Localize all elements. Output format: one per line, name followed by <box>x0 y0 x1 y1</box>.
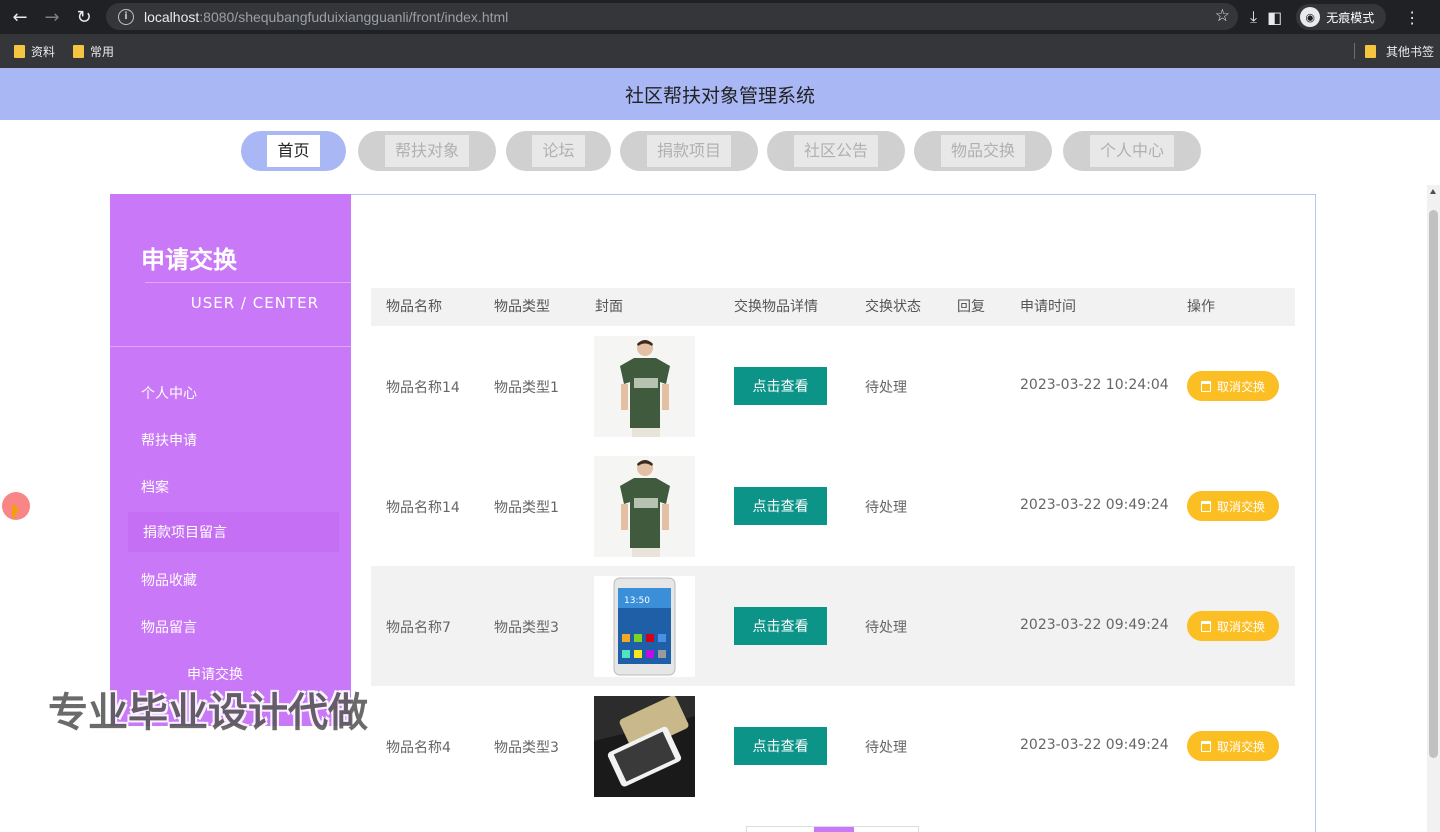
folder-icon <box>1364 44 1376 58</box>
item-name: 物品名称14 <box>386 380 460 396</box>
bookmark-star-icon[interactable]: ☆ <box>1215 6 1230 26</box>
nav-aid-targets[interactable]: 帮扶对象 <box>358 131 496 171</box>
sidebar-subtitle: USER / CENTER <box>190 294 319 312</box>
apply-time: 2023-03-22 09:49:24 <box>1020 737 1169 753</box>
item-name: 物品名称14 <box>386 500 460 516</box>
forward-icon[interactable]: → <box>36 1 68 33</box>
cancel-exchange-button[interactable]: 取消交换 <box>1187 491 1279 521</box>
nav-personal-center[interactable]: 个人中心 <box>1063 131 1201 171</box>
reload-icon[interactable]: ↻ <box>68 1 100 33</box>
url-text[interactable]: localhost:8080/shequbangfuduixiangguanli… <box>144 9 508 25</box>
exchange-status: 待处理 <box>865 500 907 516</box>
back-icon[interactable]: ← <box>4 1 36 33</box>
sidebar-divider <box>145 282 351 283</box>
address-bar[interactable]: i localhost:8080/shequbangfuduixiangguan… <box>106 3 1238 30</box>
col-item-name: 物品名称 <box>386 299 442 315</box>
bookmark-folder-1[interactable]: 资料 <box>14 43 55 60</box>
item-type: 物品类型1 <box>494 500 559 516</box>
view-detail-button[interactable]: 点击查看 <box>734 727 827 765</box>
site-info-icon[interactable]: i <box>118 8 134 25</box>
scrollbar-thumb[interactable] <box>1429 210 1438 758</box>
view-detail-button[interactable]: 点击查看 <box>734 367 827 405</box>
sidebar-divider <box>110 346 351 347</box>
scroll-up-icon[interactable] <box>1430 189 1436 194</box>
item-cover-image <box>594 456 695 557</box>
sidebar-title: 申请交换 <box>141 246 237 274</box>
col-actions: 操作 <box>1187 299 1215 315</box>
bookmarks-bar: 资料 常用 其他书签 <box>0 34 1440 68</box>
col-reply: 回复 <box>957 299 985 315</box>
sidebar-item-aid-application[interactable]: 帮扶申请 <box>141 430 197 450</box>
download-icon[interactable]: ⤓ <box>1250 7 1257 27</box>
item-cover-image <box>594 696 695 797</box>
item-type: 物品类型3 <box>494 620 559 636</box>
nav-home[interactable]: 首页 <box>241 131 346 171</box>
exchange-status: 待处理 <box>865 620 907 636</box>
menu-dots-icon[interactable]: ⋮ <box>1404 8 1420 27</box>
cancel-exchange-button[interactable]: 取消交换 <box>1187 611 1279 641</box>
col-item-type: 物品类型 <box>494 299 550 315</box>
main-nav: 首页 帮扶对象 论坛 捐款项目 社区公告 物品交换 个人中心 <box>0 131 1440 173</box>
sidebar-item-item-message[interactable]: 物品留言 <box>141 617 197 637</box>
item-cover-image: 13:50 <box>594 576 695 677</box>
apply-time: 2023-03-22 09:49:24 <box>1020 497 1169 513</box>
nav-forum[interactable]: 论坛 <box>506 131 611 171</box>
pagination <box>746 826 919 832</box>
exchange-status: 待处理 <box>865 380 907 396</box>
view-detail-button[interactable]: 点击查看 <box>734 607 827 645</box>
table-header: 物品名称 物品类型 封面 交换物品详情 交换状态 回复 申请时间 操作 <box>371 288 1295 326</box>
incognito-icon: ◉ <box>1300 7 1321 27</box>
site-title: 社区帮扶对象管理系统 <box>0 68 1440 120</box>
sidebar-item-donation-message[interactable]: 捐款项目留言 <box>128 512 339 552</box>
table-row: 物品名称7 物品类型3 13:50 点击查看 待处理 2023-03-22 09… <box>371 566 1295 686</box>
apply-time: 2023-03-22 09:49:24 <box>1020 617 1169 633</box>
cursor-arrow-icon <box>12 503 19 524</box>
table-row: 物品名称14 物品类型1 点击查看 待处理 2023-03-22 09:49:2… <box>371 446 1295 566</box>
col-exchange-detail: 交换物品详情 <box>734 299 818 315</box>
trash-icon <box>1200 380 1211 392</box>
folder-icon <box>73 44 85 58</box>
table-row: 物品名称4 物品类型3 点击查看 待处理 2023-03-22 09:49:24… <box>371 686 1295 806</box>
trash-icon <box>1200 620 1211 632</box>
bookmark-separator <box>1353 43 1355 59</box>
incognito-badge[interactable]: ◉ 无痕模式 <box>1296 4 1387 30</box>
item-name: 物品名称4 <box>386 740 451 756</box>
sidebar-item-favorites[interactable]: 物品收藏 <box>141 570 197 590</box>
nav-item-exchange[interactable]: 物品交换 <box>914 131 1052 171</box>
col-apply-time: 申请时间 <box>1020 299 1076 315</box>
item-name: 物品名称7 <box>386 620 451 636</box>
folder-icon <box>14 44 25 58</box>
table-row: 物品名称14 物品类型1 点击查看 待处理 2023-03-22 10:24:0… <box>371 326 1295 446</box>
bookmark-folder-2[interactable]: 常用 <box>73 43 114 60</box>
sidebar-item-personal-center[interactable]: 个人中心 <box>141 383 197 403</box>
trash-icon <box>1200 500 1211 512</box>
cancel-exchange-button[interactable]: 取消交换 <box>1187 371 1279 401</box>
current-page[interactable] <box>814 827 854 832</box>
watermark-text: 专业毕业设计代做 <box>48 690 368 736</box>
side-panel-icon[interactable]: ◧ <box>1267 8 1282 27</box>
nav-community-notice[interactable]: 社区公告 <box>767 131 905 171</box>
svg-text:13:50: 13:50 <box>624 596 650 606</box>
nav-donation-projects[interactable]: 捐款项目 <box>620 131 758 171</box>
exchange-status: 待处理 <box>865 740 907 756</box>
sidebar-item-archive[interactable]: 档案 <box>141 477 169 497</box>
trash-icon <box>1200 740 1211 752</box>
cancel-exchange-button[interactable]: 取消交换 <box>1187 731 1279 761</box>
page-scrollbar[interactable] <box>1427 185 1440 832</box>
col-status: 交换状态 <box>865 299 921 315</box>
browser-toolbar: ← → ↻ i localhost:8080/shequbangfuduixia… <box>0 0 1440 34</box>
item-type: 物品类型3 <box>494 740 559 756</box>
view-detail-button[interactable]: 点击查看 <box>734 487 827 525</box>
user-center-sidebar: 申请交换 USER / CENTER 个人中心 帮扶申请 档案 捐款项目留言 物… <box>110 194 351 726</box>
other-bookmarks[interactable]: 其他书签 <box>1386 43 1434 60</box>
item-type: 物品类型1 <box>494 380 559 396</box>
exchange-list-panel: 物品名称 物品类型 封面 交换物品详情 交换状态 回复 申请时间 操作 物品名称… <box>351 194 1316 832</box>
apply-time: 2023-03-22 10:24:04 <box>1020 377 1169 393</box>
col-cover: 封面 <box>595 299 623 315</box>
item-cover-image <box>594 336 695 437</box>
